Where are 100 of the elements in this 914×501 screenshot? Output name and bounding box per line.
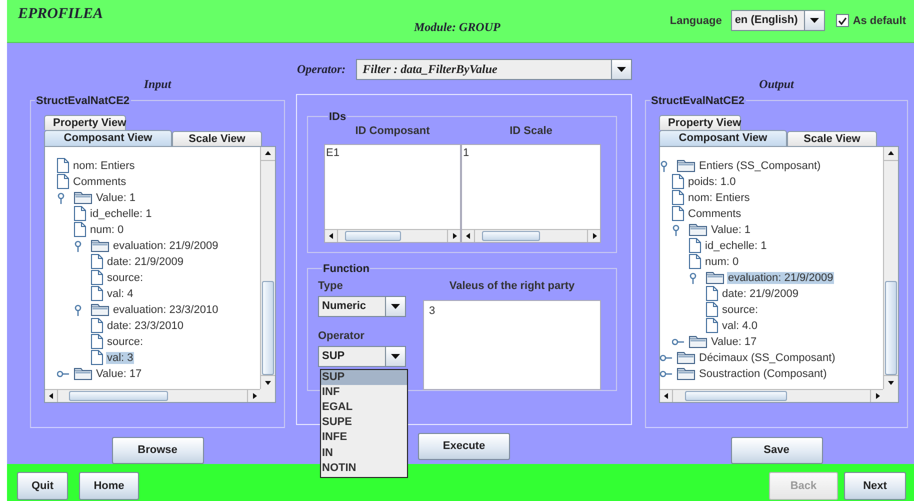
- tree-item[interactable]: Comments: [72, 176, 128, 188]
- type-dropdown[interactable]: Numeric: [318, 296, 406, 317]
- document-icon: [57, 174, 69, 190]
- tree-item[interactable]: num: 0: [89, 224, 125, 236]
- column-header: ID Composant: [354, 124, 431, 139]
- view-tab[interactable]: Property View: [659, 114, 741, 130]
- tree-item[interactable]: date: 23/3/2010: [106, 320, 184, 332]
- tree-item[interactable]: Entiers (SS_Composant): [698, 160, 822, 172]
- tree-item[interactable]: Value: 17: [710, 336, 758, 348]
- dropdown-option[interactable]: EGAL: [321, 400, 407, 416]
- panel-title: Output: [758, 76, 796, 93]
- action-button[interactable]: Save: [730, 436, 822, 464]
- folder-icon: [677, 352, 695, 364]
- tree-item[interactable]: evaluation: 23/3/2010: [112, 304, 220, 316]
- document-icon: [74, 222, 86, 238]
- dropdown-option[interactable]: SUPE: [321, 415, 407, 430]
- tree-item[interactable]: source:: [721, 304, 760, 316]
- view-tab[interactable]: Property View: [44, 114, 126, 130]
- tree-item[interactable]: evaluation: 21/9/2009: [112, 240, 220, 252]
- document-icon: [91, 270, 103, 286]
- as-default-checkbox[interactable]: [836, 14, 849, 28]
- tree-item[interactable]: val: 4.0: [721, 320, 758, 332]
- nav-button[interactable]: Quit: [17, 472, 68, 500]
- view-tab[interactable]: Composant View: [44, 130, 172, 146]
- operator-label: Operator:: [297, 62, 346, 78]
- horizontal-scrollbar[interactable]: [325, 228, 460, 242]
- column-header: ID Scale: [508, 124, 554, 139]
- document-icon: [689, 238, 701, 254]
- list-item[interactable]: 1: [463, 146, 599, 159]
- dropdown-option[interactable]: IN: [321, 446, 407, 461]
- document-icon: [672, 174, 684, 190]
- document-icon: [706, 286, 718, 302]
- horizontal-scrollbar[interactable]: [660, 388, 883, 402]
- values-field[interactable]: 3: [423, 300, 601, 390]
- execute-button[interactable]: Execute: [418, 432, 510, 460]
- dropdown-arrow-icon: [391, 354, 400, 359]
- tree-item[interactable]: Décimaux (SS_Composant): [698, 352, 836, 364]
- document-icon: [689, 254, 701, 270]
- operator-label: Operator: [318, 330, 366, 344]
- horizontal-scrollbar[interactable]: [462, 228, 600, 242]
- dropdown-option[interactable]: INFE: [321, 430, 407, 446]
- dropdown-arrow-icon: [391, 304, 400, 309]
- folder-icon: [689, 224, 707, 236]
- tree-item[interactable]: Comments: [687, 208, 742, 220]
- vertical-scrollbar[interactable]: [883, 146, 898, 389]
- dropdown-option[interactable]: SUP: [321, 370, 407, 385]
- tree-item[interactable]: id_echelle: 1: [704, 240, 768, 252]
- group-legend: StructEvalNatCE2: [35, 94, 131, 107]
- horizontal-scrollbar[interactable]: [45, 388, 260, 402]
- group-legend: Function: [322, 262, 370, 275]
- operator-dropdown[interactable]: SUP: [318, 346, 406, 367]
- app-title: EPROFILEA: [18, 6, 104, 23]
- document-icon: [706, 302, 718, 318]
- tree-item[interactable]: date: 21/9/2009: [106, 256, 184, 268]
- view-tab[interactable]: Scale View: [172, 130, 262, 146]
- document-icon: [91, 318, 103, 334]
- tree-item[interactable]: nom: Entiers: [687, 192, 751, 204]
- tree-item[interactable]: num: 0: [704, 256, 740, 268]
- type-label: Type: [318, 280, 344, 294]
- values-label: Valeus of the right party: [449, 280, 575, 294]
- dropdown-option[interactable]: NOTIN: [321, 460, 407, 476]
- view-tab[interactable]: Scale View: [787, 130, 877, 146]
- check-icon: [838, 16, 847, 25]
- as-default-label: As default: [852, 14, 906, 27]
- tree-item[interactable]: source:: [106, 272, 144, 284]
- nav-button[interactable]: Next: [844, 472, 906, 500]
- document-icon: [672, 206, 684, 222]
- tree-item[interactable]: evaluation: 21/9/2009: [727, 272, 834, 284]
- folder-icon: [689, 336, 707, 348]
- tree-item[interactable]: val: 3: [106, 352, 134, 364]
- tree-item[interactable]: poids: 1.0: [687, 176, 737, 188]
- folder-icon: [74, 368, 92, 380]
- document-icon: [706, 318, 718, 334]
- view-tab[interactable]: Composant View: [659, 130, 787, 146]
- tree-item[interactable]: id_echelle: 1: [89, 208, 153, 220]
- document-icon: [91, 286, 103, 302]
- action-button[interactable]: Browse: [112, 436, 204, 464]
- folder-icon: [677, 368, 695, 380]
- group-legend: StructEvalNatCE2: [650, 94, 746, 107]
- tree-item[interactable]: val: 4: [106, 288, 134, 300]
- folder-icon: [91, 304, 109, 316]
- tree-item[interactable]: Value: 1: [710, 224, 752, 236]
- language-dropdown[interactable]: en (English): [730, 10, 825, 32]
- list-item[interactable]: E1: [326, 146, 459, 159]
- tree-item[interactable]: source:: [106, 336, 144, 348]
- tree-item[interactable]: date: 21/9/2009: [721, 288, 800, 300]
- folder-icon: [677, 160, 695, 172]
- tree-item[interactable]: nom: Entiers: [72, 160, 136, 172]
- folder-icon: [706, 272, 724, 284]
- dropdown-arrow-icon: [617, 67, 626, 72]
- panel-title: Input: [142, 76, 172, 93]
- nav-button[interactable]: Home: [79, 472, 139, 500]
- tree-item[interactable]: Soustraction (Composant): [698, 368, 828, 380]
- dropdown-option[interactable]: INF: [321, 384, 407, 400]
- language-label: Language: [670, 14, 722, 27]
- document-icon: [91, 350, 103, 366]
- vertical-scrollbar[interactable]: [260, 146, 275, 389]
- operator-dropdown[interactable]: Filter : data_FilterByValue: [356, 59, 632, 80]
- tree-item[interactable]: Value: 1: [95, 192, 137, 204]
- tree-item[interactable]: Value: 17: [95, 368, 143, 380]
